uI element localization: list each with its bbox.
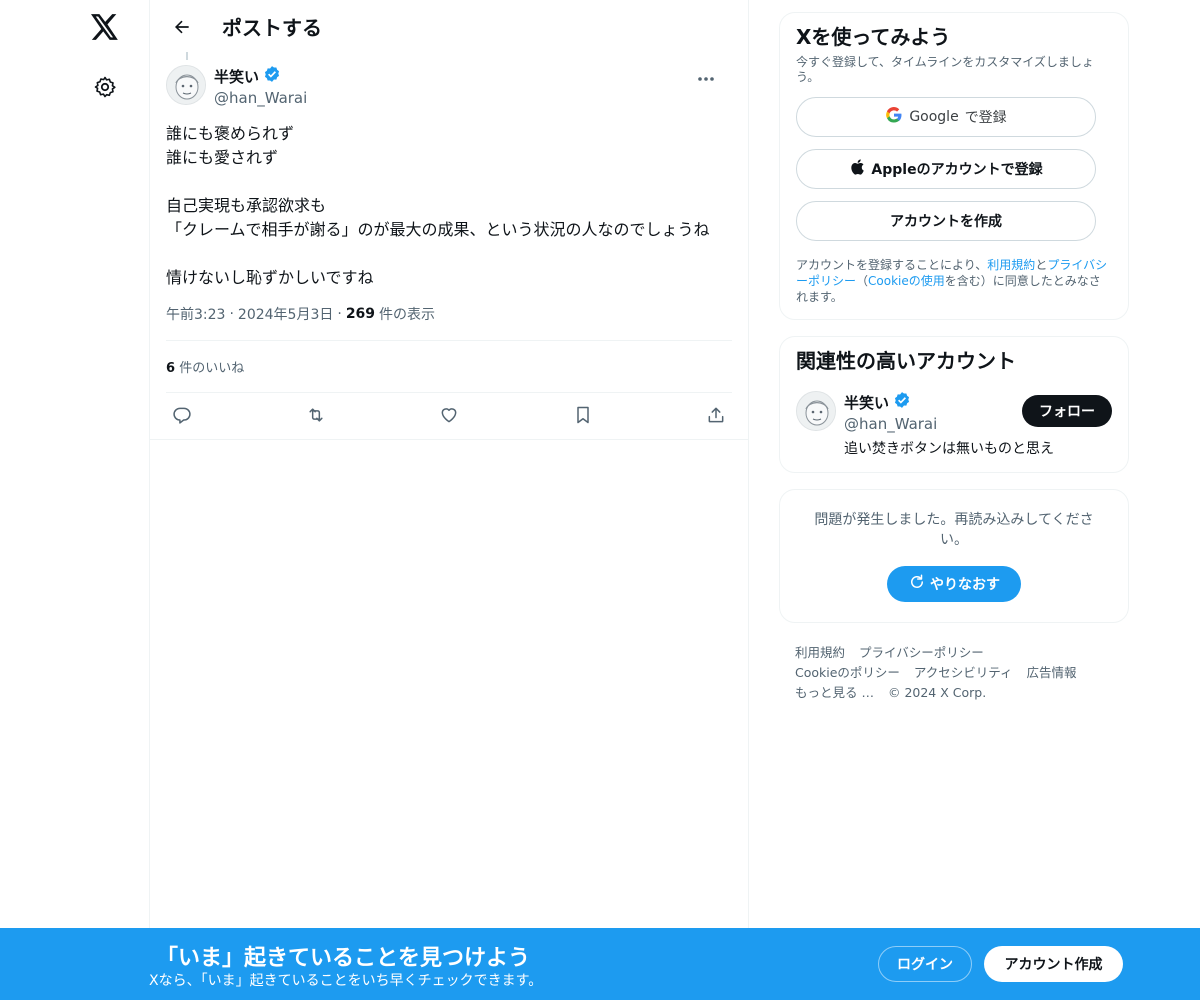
related-account-row[interactable]: 半笑い @han_Warai 追い焚きボタンは無いものと思え フォロー	[796, 391, 1112, 458]
signup-card: Xを使ってみよう 今すぐ登録して、タイムラインをカスタマイズしましょう。 Goo…	[779, 12, 1129, 320]
footer-link[interactable]: 利用規約	[795, 645, 845, 660]
reply-icon[interactable]	[170, 403, 194, 427]
apple-signup-button[interactable]: Appleのアカウントで登録	[796, 149, 1096, 189]
post-time[interactable]: 午前3:23	[166, 304, 225, 324]
likes-row[interactable]: 6 件のいいね	[166, 341, 732, 393]
related-bio: 追い焚きボタンは無いものと思え	[844, 441, 1054, 457]
signup-subtitle: 今すぐ登録して、タイムラインをカスタマイズしましょう。	[796, 55, 1094, 84]
post-meta: 午前3:23 · 2024年5月3日 · 269 件の表示	[166, 304, 732, 341]
views-label: 件の表示	[379, 307, 436, 323]
avatar[interactable]	[796, 391, 836, 431]
copyright: © 2024 X Corp.	[887, 685, 987, 700]
related-name[interactable]: 半笑い	[844, 393, 889, 413]
legal-text-2: と	[1035, 258, 1048, 272]
terms-link[interactable]: 利用規約	[987, 258, 1035, 272]
likes-count: 6	[166, 361, 176, 376]
retry-button[interactable]: やりなおす	[887, 566, 1021, 602]
more-horizontal-icon[interactable]	[694, 67, 718, 91]
post-text: 誰にも褒められず 誰にも愛されず 自己実現も承認欲求も 「クレームで相手が謝る」…	[166, 124, 710, 287]
author-handle[interactable]: @han_Warai	[214, 88, 307, 108]
signup-title: Xを使ってみよう	[796, 25, 951, 49]
right-sidebar: Xを使ってみよう 今すぐ登録して、タイムラインをカスタマイズしましょう。 Goo…	[779, 12, 1129, 707]
banner-title: 「いま」起きていることを見つけよう	[156, 946, 531, 971]
cookie-link[interactable]: Cookieの使用	[868, 274, 945, 288]
related-title: 関連性の高いアカウント	[796, 349, 1016, 373]
separator-dot: ·	[337, 306, 342, 322]
share-icon[interactable]	[704, 403, 728, 427]
footer-line-2: Cookieのポリシー アクセシビリティ 広告情報	[795, 663, 1113, 683]
create-account-button[interactable]: アカウントを作成	[796, 201, 1096, 241]
heart-icon[interactable]	[437, 403, 461, 427]
footer-line-1: 利用規約 プライバシーポリシー	[795, 643, 1113, 663]
footer-link[interactable]: Cookieのポリシー	[795, 665, 900, 680]
google-signup-button[interactable]: Google で登録	[796, 97, 1096, 137]
legal-text-3: （	[856, 274, 869, 288]
error-card: 問題が発生しました。再読み込みしてください。 やりなおす	[779, 489, 1129, 623]
footer-link[interactable]: アクセシビリティ	[914, 665, 1013, 680]
google-signup-label: で登録	[964, 110, 1007, 126]
author-names: 半笑い @han_Warai	[214, 65, 307, 108]
views-count: 269	[345, 306, 376, 322]
verified-badge-icon	[893, 391, 911, 414]
legal-notice: アカウントを登録することにより、利用規約とプライバシーポリシー（Cookieの使…	[796, 257, 1112, 305]
repost-icon[interactable]	[304, 403, 328, 427]
google-g-icon	[885, 106, 903, 128]
separator-dot: ·	[229, 306, 234, 322]
footer-line-3: もっと見る … © 2024 X Corp.	[795, 683, 1113, 703]
follow-button[interactable]: フォロー	[1022, 395, 1112, 427]
left-nav	[0, 0, 150, 1000]
footer-link[interactable]: プライバシーポリシー	[859, 645, 984, 660]
main-column: ポストする 半笑い @han_Warai 誰にも褒められず 誰にも愛されず 自己…	[149, 0, 749, 1000]
gear-icon[interactable]	[90, 72, 120, 102]
x-logo-icon[interactable]	[88, 10, 122, 44]
retry-label: やりなおす	[930, 577, 1000, 593]
error-message: 問題が発生しました。再読み込みしてください。	[814, 512, 1094, 548]
footer-links: 利用規約 プライバシーポリシー Cookieのポリシー アクセシビリティ 広告情…	[779, 639, 1129, 707]
post-author: 半笑い @han_Warai	[166, 53, 732, 108]
post-date[interactable]: 2024年5月3日	[238, 304, 333, 324]
post: 半笑い @han_Warai 誰にも褒められず 誰にも愛されず 自己実現も承認欲…	[150, 52, 748, 440]
avatar[interactable]	[166, 65, 206, 105]
verified-badge-icon	[263, 65, 281, 88]
author-name[interactable]: 半笑い	[214, 67, 259, 87]
footer-link[interactable]: もっと見る …	[795, 685, 874, 700]
google-brand-label: Google	[909, 109, 959, 125]
page-title: ポストする	[222, 16, 322, 40]
bookmark-icon[interactable]	[571, 403, 595, 427]
refresh-icon	[908, 573, 926, 595]
post-actions	[150, 393, 748, 440]
related-accounts-card: 関連性の高いアカウント 半笑い @han_Warai 追い焚きボタンは無いものと…	[779, 336, 1129, 473]
top-bar: ポストする	[150, 0, 748, 53]
signup-button[interactable]: アカウント作成	[984, 946, 1123, 982]
author-name-line: 半笑い	[214, 65, 307, 88]
apple-signup-label: Appleのアカウントで登録	[871, 162, 1043, 178]
login-button[interactable]: ログイン	[878, 946, 972, 982]
legal-text-1: アカウントを登録することにより、	[796, 258, 988, 272]
banner-subtitle: Xなら、「いま」起きていることをいち早くチェックできます。	[149, 973, 543, 989]
footer-link[interactable]: 広告情報	[1027, 665, 1077, 680]
bottom-banner: 「いま」起きていることを見つけよう Xなら、「いま」起きていることをいち早くチェ…	[0, 928, 1200, 1000]
apple-icon	[849, 158, 865, 180]
likes-label: 件のいいね	[179, 361, 245, 376]
arrow-left-icon[interactable]	[164, 9, 200, 45]
related-account-info: 半笑い @han_Warai 追い焚きボタンは無いものと思え	[844, 391, 1054, 458]
